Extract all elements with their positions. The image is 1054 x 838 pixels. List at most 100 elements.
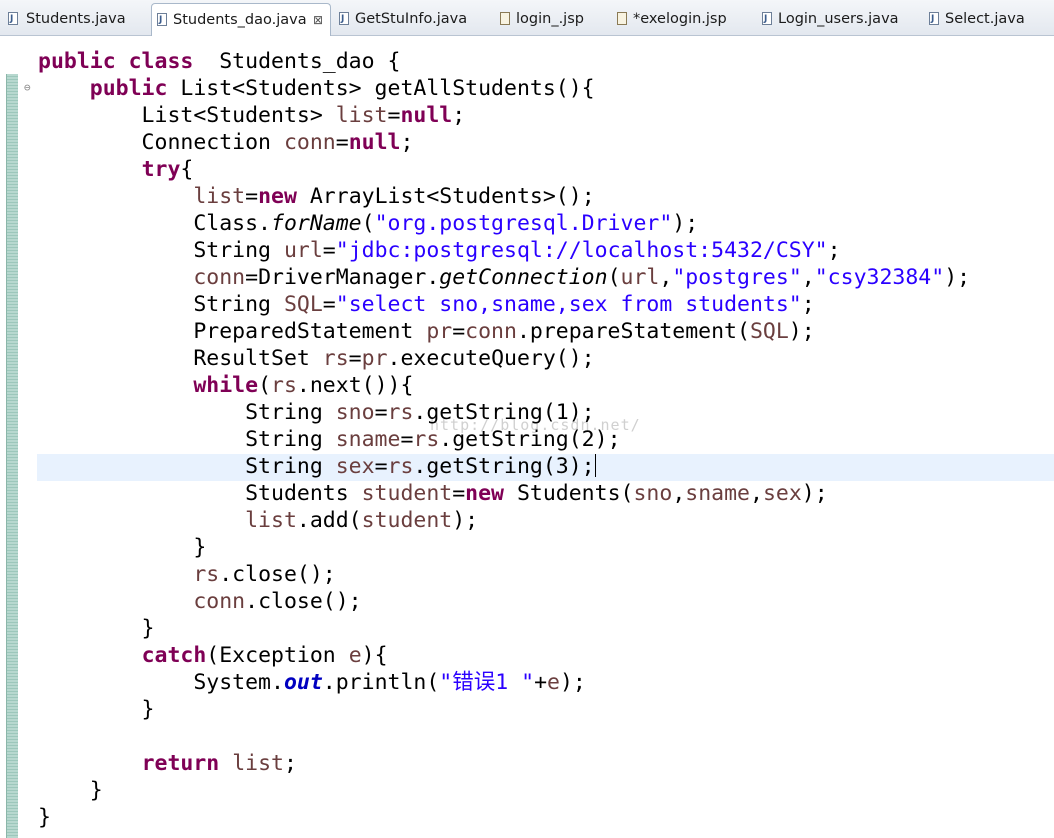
code-token: =DriverManager. <box>245 265 440 290</box>
code-token: Class. <box>38 211 271 236</box>
code-token: SQL <box>283 292 323 317</box>
code-token: conn <box>465 319 517 344</box>
tab-exelogin-jsp[interactable]: *exelogin.jsp <box>614 3 744 35</box>
code-line[interactable] <box>38 723 970 750</box>
tab-select-java[interactable]: Select.java <box>927 3 1047 35</box>
fold-collapse-icon[interactable]: ⊖ <box>24 82 31 93</box>
code-line[interactable]: String sex=rs.getString(3); <box>38 453 970 480</box>
code-line[interactable]: conn=DriverManager.getConnection(url,"po… <box>38 264 970 291</box>
code-token: rs <box>322 346 349 371</box>
code-token: String <box>38 400 336 425</box>
code-line[interactable]: String sname=rs.getString(2); <box>38 426 970 453</box>
close-tab-icon[interactable]: ⊠ <box>313 4 323 36</box>
code-token: ResultSet <box>38 346 323 371</box>
code-line[interactable]: public List<Students> getAllStudents(){ <box>38 75 970 102</box>
code-editor[interactable]: public class Students_dao { public List<… <box>38 48 970 831</box>
code-token: list <box>245 508 297 533</box>
code-token: ); <box>801 481 828 506</box>
code-token: } <box>38 697 155 722</box>
tab-getstuinfo-java[interactable]: GetStuInfo.java <box>337 3 487 35</box>
code-line[interactable]: list.add(student); <box>38 507 970 534</box>
code-token: , <box>750 481 763 506</box>
code-token: ( <box>361 211 375 236</box>
code-token: e <box>348 643 362 668</box>
code-token: = <box>387 103 401 128</box>
code-line[interactable]: } <box>38 696 970 723</box>
code-token: ( <box>607 265 621 290</box>
code-token: public <box>89 76 168 101</box>
code-token: e <box>547 670 560 695</box>
code-token: pr <box>361 346 388 371</box>
code-token: .prepareStatement( <box>516 319 750 344</box>
code-token: null <box>348 130 401 155</box>
code-token: conn <box>193 589 246 614</box>
code-line[interactable]: Students student=new Students(sno,sname,… <box>38 480 970 507</box>
code-line[interactable]: while(rs.next()){ <box>38 372 970 399</box>
code-token: String <box>38 427 336 452</box>
code-token: = <box>400 427 414 452</box>
code-line[interactable]: list=new ArrayList<Students>(); <box>38 183 970 210</box>
tab-students-java[interactable]: Students.java <box>4 3 144 35</box>
code-line[interactable]: } <box>38 777 970 804</box>
code-token: list <box>232 751 284 776</box>
code-line[interactable]: } <box>38 804 970 831</box>
code-line[interactable]: rs.close(); <box>38 561 970 588</box>
code-token: ); <box>788 319 815 344</box>
code-line[interactable]: Class.forName("org.postgresql.Driver"); <box>38 210 970 237</box>
code-token: null <box>400 103 453 128</box>
code-token: .add( <box>296 508 362 533</box>
code-token: "错误1 " <box>439 670 535 695</box>
jsp-file-icon <box>617 12 627 25</box>
editor-tab-bar: Students.java Students_dao.java ⊠ GetStu… <box>0 0 1054 36</box>
code-token: = <box>374 400 388 425</box>
code-token: ); <box>944 265 971 290</box>
code-line[interactable]: PreparedStatement pr=conn.prepareStateme… <box>38 318 970 345</box>
code-token: String <box>38 292 284 317</box>
code-line[interactable]: try{ <box>38 156 970 183</box>
tab-label: Students_dao.java <box>173 12 307 28</box>
code-line[interactable]: List<Students> list=null; <box>38 102 970 129</box>
code-token: ); <box>559 670 586 695</box>
code-token: getConnection <box>439 265 608 290</box>
code-line[interactable]: String sno=rs.getString(1); <box>38 399 970 426</box>
code-token: ); <box>672 211 699 236</box>
code-token: rs <box>193 562 220 587</box>
tab-login-users-java[interactable]: Login_users.java <box>760 3 910 35</box>
code-line[interactable]: catch(Exception e){ <box>38 642 970 669</box>
tab-login-jsp[interactable]: login_.jsp <box>497 3 597 35</box>
code-token: Students <box>38 481 362 506</box>
code-token: list <box>335 103 388 128</box>
code-token: } <box>38 535 207 560</box>
code-line[interactable]: conn.close(); <box>38 588 970 615</box>
code-line[interactable]: String SQL="select sno,sname,sex from st… <box>38 291 970 318</box>
code-line[interactable]: System.out.println("错误1 "+e); <box>38 669 970 696</box>
code-token: .getString(3); <box>413 454 595 479</box>
java-file-icon <box>339 3 349 35</box>
code-line[interactable]: } <box>38 615 970 642</box>
code-line[interactable]: } <box>38 534 970 561</box>
code-token: rs <box>387 400 414 425</box>
code-token: ); <box>452 508 479 533</box>
code-line[interactable]: String url="jdbc:postgresql://localhost:… <box>38 237 970 264</box>
code-line[interactable]: return list; <box>38 750 970 777</box>
code-line[interactable]: public class Students_dao { <box>38 48 970 75</box>
tab-label: Login_users.java <box>778 11 899 27</box>
code-token: try <box>141 157 181 182</box>
tab-label: Students.java <box>26 11 126 27</box>
tab-students-dao-java[interactable]: Students_dao.java ⊠ <box>151 3 331 36</box>
code-token: , <box>659 265 673 290</box>
code-line[interactable]: Connection conn=null; <box>38 129 970 156</box>
code-token: .close(); <box>245 589 362 614</box>
code-token: "select sno,sname,sex from students" <box>335 292 802 317</box>
code-token: .close(); <box>219 562 336 587</box>
code-token: .getString(1); <box>413 400 595 425</box>
code-line[interactable]: ResultSet rs=pr.executeQuery(); <box>38 345 970 372</box>
java-file-icon <box>157 4 167 36</box>
